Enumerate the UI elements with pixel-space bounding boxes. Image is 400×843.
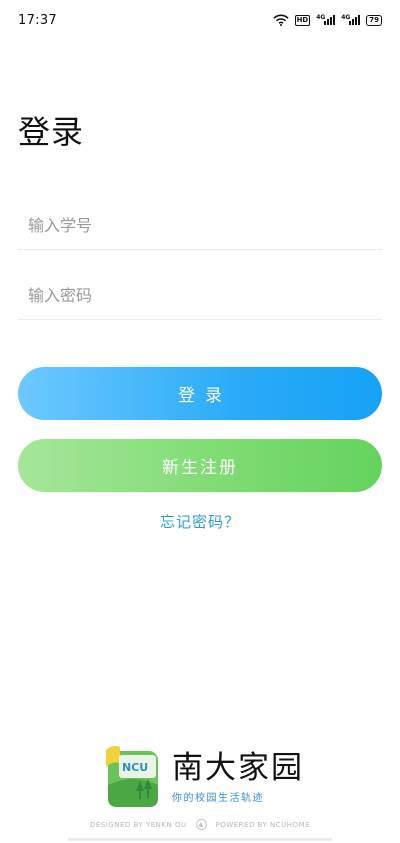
page-title: 登录 — [18, 113, 85, 151]
signal-4g-icon: 4G — [341, 14, 361, 25]
credits: DESIGNED BY YENKN OU ▲ POWERED BY NCUHOM… — [0, 819, 400, 830]
powered-by: POWERED BY NCUHOME — [215, 820, 310, 829]
register-button[interactable]: 新生注册 — [18, 439, 382, 492]
student-id-field — [18, 202, 382, 250]
brand-name: 南大家园 — [172, 750, 304, 786]
status-icons: HD 4G 4G 79 — [273, 14, 382, 26]
svg-text:NCU: NCU — [122, 761, 148, 774]
battery-icon: 79 — [366, 14, 382, 26]
hd-icon: HD — [294, 14, 311, 26]
forgot-password-link[interactable]: 忘记密码？ — [0, 511, 400, 532]
status-bar: 17:37 HD 4G 4G 79 — [0, 0, 400, 40]
ncuhome-mark-icon: ▲ — [195, 819, 207, 830]
login-screen: 17:37 HD 4G 4G 79 登录 输入学号 登录 新生注册 忘记密码？ … — [0, 0, 400, 843]
password-input[interactable] — [18, 286, 382, 305]
brand-text: 南大家园 你的校园生活轨迹 — [172, 750, 304, 804]
brand-block: NCU 南大家园 你的校园生活轨迹 — [106, 745, 304, 809]
login-button[interactable]: 登录 — [18, 367, 382, 420]
home-indicator[interactable] — [68, 838, 332, 841]
ncu-logo-icon: NCU — [106, 746, 158, 807]
status-time: 17:37 — [18, 12, 57, 28]
signal-4g-icon: 4G — [316, 14, 336, 25]
designed-by: DESIGNED BY YENKN OU — [90, 820, 187, 829]
student-id-input[interactable] — [18, 216, 382, 235]
brand-slogan: 你的校园生活轨迹 — [172, 793, 264, 804]
password-field — [18, 272, 382, 320]
wifi-icon — [273, 14, 289, 26]
